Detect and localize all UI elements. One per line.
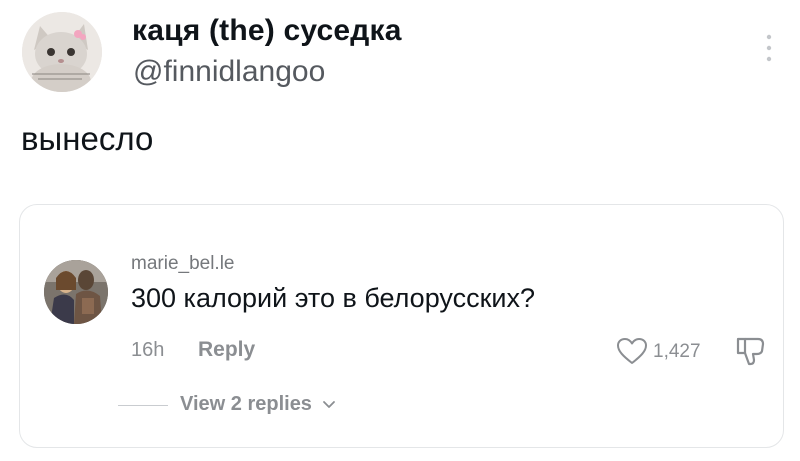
chevron-down-icon [322,393,336,416]
replies-divider [118,405,168,406]
commenter-username[interactable]: marie_bel.le [131,253,235,275]
tweet-text: вынесло [21,120,154,157]
dislike-icon[interactable] [734,335,768,367]
commenter-photo-icon [44,260,108,324]
author-handle[interactable]: @finnidlangoo [133,55,325,89]
view-replies-button[interactable]: View 2 replies [180,393,336,416]
more-options-icon[interactable] [762,33,776,63]
heart-icon [617,338,647,364]
view-replies-label: View 2 replies [180,393,312,415]
author-name[interactable]: каця (the) суседка [132,14,402,48]
comment-timestamp: 16h [131,339,165,361]
quoted-comment-card[interactable]: marie_bel.le 300 калорий это в белорусск… [19,204,784,448]
kitten-avatar-icon [22,12,102,92]
like-count: 1,427 [653,341,701,362]
tweet-header: каця (the) суседка @finnidlangoo [0,0,800,110]
reply-button[interactable]: Reply [198,338,255,362]
view-replies-row: View 2 replies [118,391,418,421]
comment-text: 300 калорий это в белорусских? [131,283,536,313]
author-avatar[interactable] [22,12,102,92]
commenter-avatar[interactable] [44,260,108,324]
